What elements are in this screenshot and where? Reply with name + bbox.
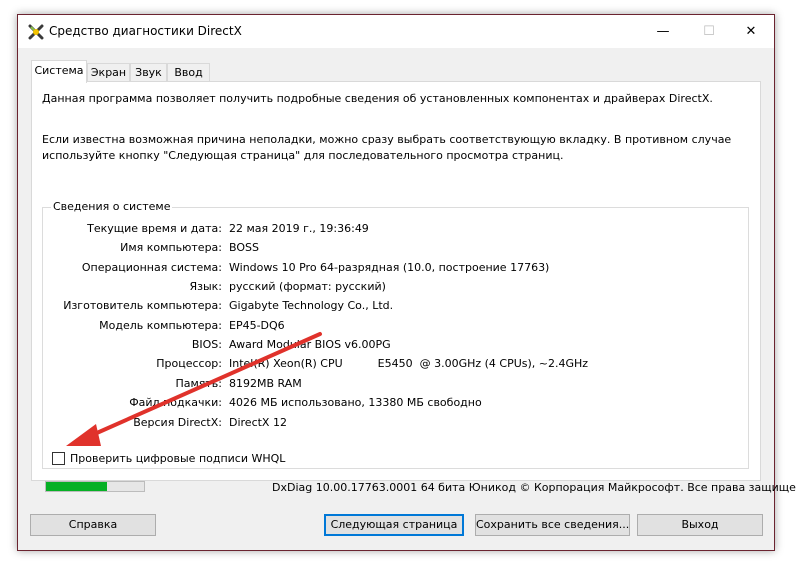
- tab-sound[interactable]: Звук: [130, 63, 167, 82]
- help-button[interactable]: Справка: [30, 514, 156, 536]
- whql-checkbox[interactable]: [52, 451, 65, 465]
- whql-checkbox-label[interactable]: Проверить цифровые подписи WHQL: [70, 452, 285, 465]
- progress-bar: [45, 481, 145, 492]
- next-page-button[interactable]: Следующая страница: [324, 514, 464, 536]
- exit-button[interactable]: Выход: [637, 514, 763, 536]
- info-value: Award Modular BIOS v6.00PG: [229, 338, 391, 351]
- tab-display[interactable]: Экран: [87, 63, 130, 82]
- title-bar: Средство диагностики DirectX — ☐ ✕: [18, 15, 774, 48]
- window-title: Средство диагностики DirectX: [49, 24, 242, 38]
- tab-input[interactable]: Ввод: [167, 63, 210, 82]
- save-all-info-button[interactable]: Сохранить все сведения...: [475, 514, 630, 536]
- info-label: Версия DirectX:: [133, 416, 222, 429]
- info-row-model: Модель компьютера: EP45-DQ6: [43, 316, 743, 335]
- info-label: BIOS:: [191, 338, 222, 351]
- intro-text: Данная программа позволяет получить подр…: [42, 92, 713, 105]
- info-row-pagefile: Файл подкачки: 4026 МБ использовано, 133…: [43, 393, 743, 412]
- info-label: Память:: [175, 377, 222, 390]
- info-label: Текущие время и дата:: [87, 222, 222, 235]
- info-label: Модель компьютера:: [99, 319, 222, 332]
- info-value: BOSS: [229, 241, 259, 254]
- tab-system[interactable]: Система: [31, 60, 87, 83]
- info-value: Windows 10 Pro 64-разрядная (10.0, постр…: [229, 261, 550, 274]
- info-label: Изготовитель компьютера:: [63, 299, 222, 312]
- dxdiag-window: Средство диагностики DirectX — ☐ ✕ Систе…: [17, 14, 796, 551]
- info-row-datetime: Текущие время и дата: 22 мая 2019 г., 19…: [43, 219, 743, 238]
- system-tab-panel: Данная программа позволяет получить подр…: [31, 81, 761, 481]
- close-button[interactable]: ✕: [728, 15, 774, 48]
- info-value: 4026 МБ использовано, 13380 МБ свободно: [229, 396, 482, 409]
- copyright-status-text: DxDiag 10.00.17763.0001 64 бита Юникод ©…: [272, 481, 796, 494]
- progress-bar-fill: [46, 482, 107, 491]
- info-row-memory: Память: 8192MB RAM: [43, 374, 743, 393]
- info-row-language: Язык: русский (формат: русский): [43, 277, 743, 296]
- info-value: 8192MB RAM: [229, 377, 302, 390]
- system-info-group: Сведения о системе Текущие время и дата:…: [42, 200, 749, 469]
- system-info-title: Сведения о системе: [51, 200, 173, 213]
- info-value: EP45-DQ6: [229, 319, 285, 332]
- intro-hint-text: Если известна возможная причина неполадк…: [42, 133, 732, 162]
- info-value: Intel(R) Xeon(R) CPU E5450 @ 3.00GHz (4 …: [229, 357, 589, 370]
- maximize-button[interactable]: ☐: [686, 15, 732, 48]
- info-label: Имя компьютера:: [120, 241, 222, 254]
- info-row-manufacturer: Изготовитель компьютера: Gigabyte Techno…: [43, 296, 743, 315]
- info-value: Gigabyte Technology Co., Ltd.: [229, 299, 394, 312]
- info-row-processor: Процессор: Intel(R) Xeon(R) CPU E5450 @ …: [43, 354, 743, 373]
- info-value: DirectX 12: [229, 416, 287, 429]
- info-label: Файл подкачки:: [129, 396, 222, 409]
- info-value: 22 мая 2019 г., 19:36:49: [229, 222, 369, 235]
- info-label: Язык:: [189, 280, 222, 293]
- info-label: Операционная система:: [81, 261, 222, 274]
- whql-checkbox-row[interactable]: Проверить цифровые подписи WHQL: [52, 451, 285, 465]
- info-value: русский (формат: русский): [229, 280, 386, 293]
- minimize-button[interactable]: —: [640, 15, 686, 48]
- info-row-os: Операционная система: Windows 10 Pro 64-…: [43, 258, 743, 277]
- info-label: Процессор:: [156, 357, 222, 370]
- info-row-bios: BIOS: Award Modular BIOS v6.00PG: [43, 335, 743, 354]
- directx-x-icon: [28, 24, 44, 40]
- info-row-directx-version: Версия DirectX: DirectX 12: [43, 413, 743, 432]
- info-row-computer-name: Имя компьютера: BOSS: [43, 238, 743, 257]
